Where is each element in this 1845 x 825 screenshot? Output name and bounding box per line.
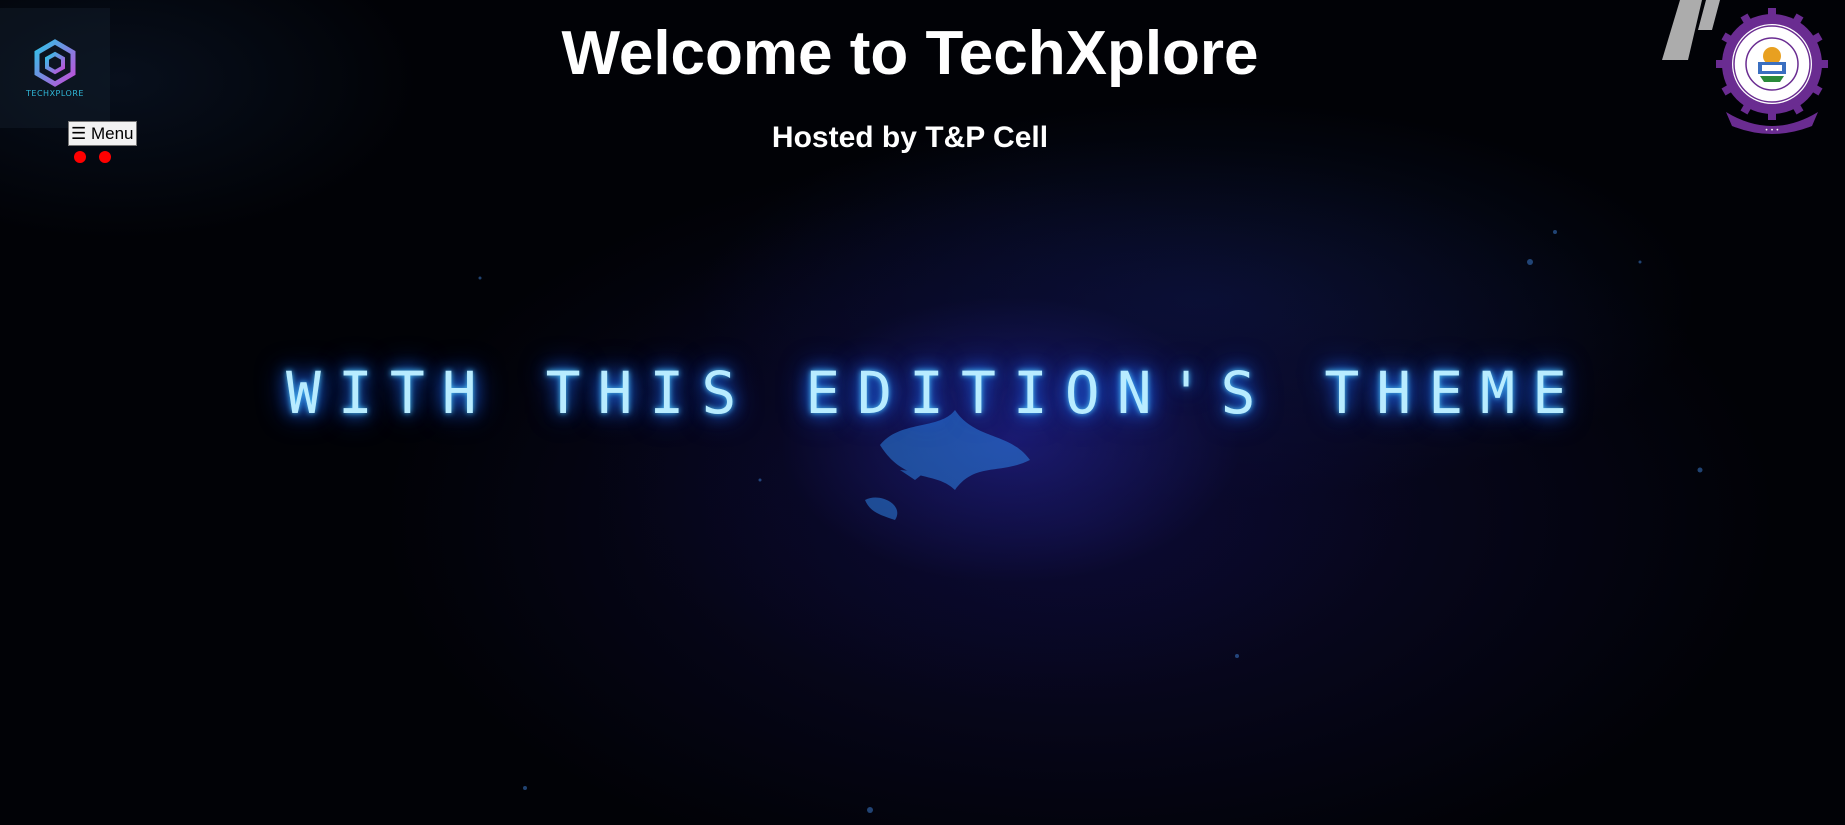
page-subtitle: Hosted by T&P Cell xyxy=(771,121,1049,154)
page: TECHXPLORE ☰ Menu Welcome to TechXplore … xyxy=(0,0,1845,825)
page-title: Welcome to TechXplore xyxy=(561,19,1259,88)
video-caption: WITH THIS EDITION'S THEME xyxy=(286,359,1584,427)
svg-text:• • •: • • • xyxy=(1765,127,1779,134)
college-seal-icon[interactable]: • • • xyxy=(1716,8,1828,136)
corner-graphic xyxy=(1662,0,1720,60)
